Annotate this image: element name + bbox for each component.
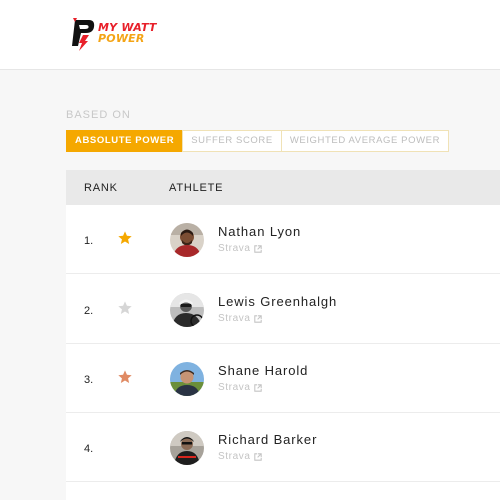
table-row: 1. Nathan Lyon Strava [66, 205, 500, 274]
athlete-name[interactable]: Lewis Greenhalgh [218, 294, 337, 309]
brand-logo-icon [72, 18, 95, 51]
athlete-photo-icon[interactable] [170, 223, 204, 257]
rank-number: 4. [84, 443, 94, 455]
rank-number: 2. [84, 305, 94, 317]
athlete-name[interactable]: Richard Barker [218, 432, 317, 447]
external-link-icon [253, 383, 262, 392]
athlete-photo-icon[interactable] [170, 293, 204, 327]
silver-star-icon [118, 301, 132, 314]
tab-suffer-score[interactable]: SUFFER SCORE [182, 130, 282, 152]
column-header-rank: RANK [84, 182, 118, 194]
brand-logo[interactable]: MY WATT POWER [70, 16, 160, 56]
filter-label: BASED ON [66, 109, 131, 121]
column-header-athlete: ATHLETE [169, 182, 224, 194]
leaderboard-table: RANK ATHLETE 1. Nathan Lyon Strava 2. Le… [66, 170, 500, 500]
athlete-photo-icon[interactable] [170, 431, 204, 465]
external-link-icon [253, 244, 262, 253]
table-row: 3. Shane Harold Strava [66, 344, 500, 413]
gold-star-icon [118, 231, 132, 244]
external-link-icon [253, 452, 262, 461]
external-link-icon [253, 314, 262, 323]
top-header: MY WATT POWER [0, 0, 500, 70]
rank-number: 3. [84, 374, 94, 386]
athlete-source-link[interactable]: Strava [218, 451, 262, 462]
metric-tabs: ABSOLUTE POWER SUFFER SCORE WEIGHTED AVE… [66, 130, 450, 152]
athlete-source-link[interactable]: Strava [218, 382, 262, 393]
brand-logo-text: MY WATT POWER [98, 22, 157, 44]
athlete-photo-icon[interactable] [170, 362, 204, 396]
rank-number: 1. [84, 235, 94, 247]
brand-name-line2: POWER [98, 32, 145, 45]
bronze-star-icon [118, 370, 132, 383]
athlete-name[interactable]: Nathan Lyon [218, 224, 301, 239]
athlete-name[interactable]: Shane Harold [218, 363, 308, 378]
tab-weighted-average-power[interactable]: WEIGHTED AVERAGE POWER [280, 130, 450, 152]
source-label: Strava [218, 313, 251, 324]
source-label: Strava [218, 451, 251, 462]
athlete-source-link[interactable]: Strava [218, 243, 262, 254]
source-label: Strava [218, 243, 251, 254]
source-label: Strava [218, 382, 251, 393]
table-header: RANK ATHLETE [66, 170, 500, 205]
athlete-source-link[interactable]: Strava [218, 313, 262, 324]
table-row: 2. Lewis Greenhalgh Strava [66, 275, 500, 344]
tab-absolute-power[interactable]: ABSOLUTE POWER [66, 130, 184, 152]
table-row: 4. Richard Barker Strava [66, 413, 500, 482]
